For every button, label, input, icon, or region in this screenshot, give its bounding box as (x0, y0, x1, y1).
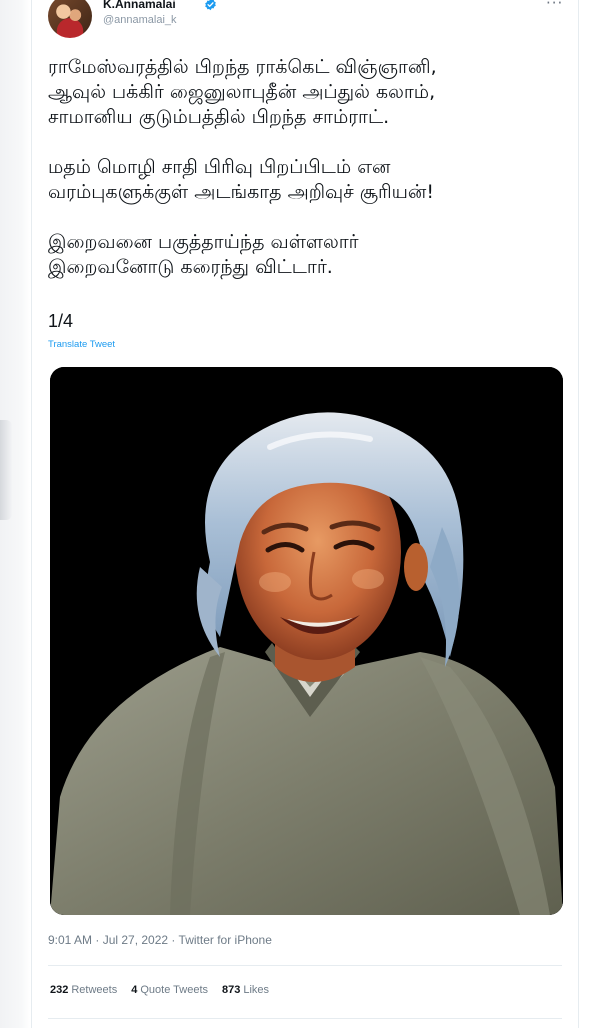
user-handle[interactable]: @annamalai_k (103, 14, 177, 26)
divider (48, 965, 562, 966)
tweet-paragraph: இறைவனை பகுத்தாய்ந்த வள்ளலார் இறைவனோடு கர… (48, 230, 568, 280)
tweet-line: ஆவுல் பக்கிர் ஜைனுலாபுதீன் அப்துல் கலாம்… (48, 81, 436, 103)
likes-label: Likes (243, 984, 270, 996)
user-name[interactable]: K.Annamalai (103, 0, 176, 11)
translate-tweet-link[interactable]: Translate Tweet (48, 339, 115, 350)
tweet-line: வரம்புகளுக்குள் அடங்காத அறிவுச் சூரியன்! (48, 181, 434, 203)
side-panel-edge (0, 420, 12, 520)
quote-tweets-count: 4 (131, 984, 138, 996)
retweets-label: Retweets (71, 984, 118, 996)
tweet-paragraph: மதம் மொழி சாதி பிரிவு பிறப்பிடம் என வரம்… (48, 155, 568, 205)
likes-stat[interactable]: 873 Likes (222, 984, 269, 996)
more-options-icon[interactable]: ··· (546, 0, 563, 12)
tweet-line: இறைவனை பகுத்தாய்ந்த வள்ளலார் (48, 231, 359, 253)
quote-tweets-stat[interactable]: 4 Quote Tweets (131, 984, 208, 996)
verified-badge-icon (205, 0, 216, 11)
tweet-text: ராமேஸ்வரத்தில் பிறந்த ராக்கெட் விஞ்ஞானி,… (48, 55, 568, 305)
tweet-line: சாமானிய குடும்பத்தில் பிறந்த சாம்ராட். (48, 106, 390, 128)
tweet-card: K.Annamalai @annamalai_k ··· ராமேஸ்வரத்த… (31, 0, 579, 1028)
portrait-illustration (50, 367, 563, 915)
avatar[interactable] (48, 0, 92, 38)
thread-counter: 1/4 (48, 311, 74, 331)
tweet-paragraph: ராமேஸ்வரத்தில் பிறந்த ராக்கெட் விஞ்ஞானி,… (48, 55, 568, 130)
tweet-line: மதம் மொழி சாதி பிரிவு பிறப்பிடம் என (48, 156, 391, 178)
quote-tweets-label: Quote Tweets (140, 984, 209, 996)
likes-count: 873 (222, 984, 241, 996)
divider (48, 1018, 562, 1019)
tweet-line: ராமேஸ்வரத்தில் பிறந்த ராக்கெட் விஞ்ஞானி, (48, 56, 437, 78)
engagement-stats: 232 Retweets 4 Quote Tweets 873 Likes (50, 984, 269, 996)
retweets-count: 232 (50, 984, 69, 996)
retweets-stat[interactable]: 232 Retweets (50, 984, 117, 996)
tweet-image[interactable] (50, 367, 563, 915)
tweet-timestamp[interactable]: 9:01 AM · Jul 27, 2022 · Twitter for iPh… (48, 933, 272, 947)
tweet-line: இறைவனோடு கரைந்து விட்டார். (48, 256, 333, 278)
